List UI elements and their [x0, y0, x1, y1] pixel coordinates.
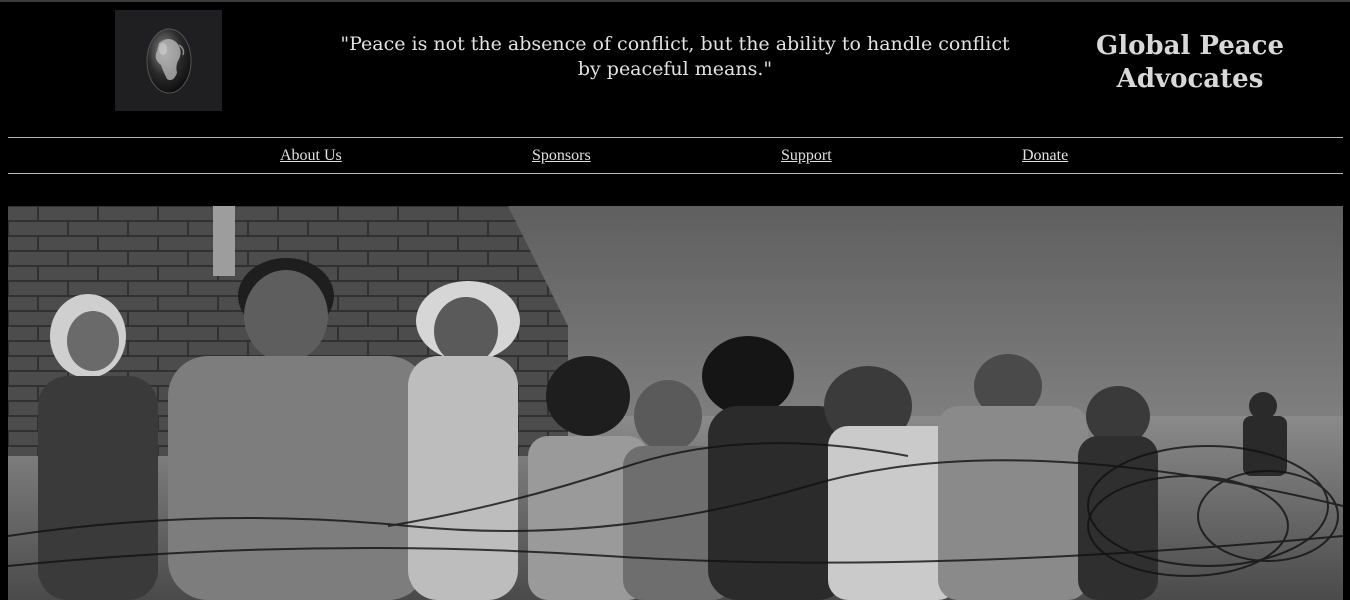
peace-quote: "Peace is not the absence of conflict, b…: [340, 33, 1010, 80]
nav-link-sponsors[interactable]: Sponsors: [532, 147, 591, 165]
site-header: "Peace is not the absence of conflict, b…: [0, 2, 1350, 136]
globe-logo-icon: [146, 28, 191, 93]
org-name-line-2: Advocates: [1116, 64, 1264, 94]
main-nav: About Us Sponsors Support Donate: [8, 137, 1343, 174]
site-logo[interactable]: [115, 10, 222, 111]
hero-photo-illustration: [8, 206, 1343, 600]
org-name-line-1: Global Peace: [1096, 31, 1284, 61]
nav-link-about-us[interactable]: About Us: [280, 147, 342, 165]
nav-link-support[interactable]: Support: [781, 147, 832, 165]
organization-name: Global Peace Advocates: [1080, 30, 1300, 96]
nav-link-donate[interactable]: Donate: [1022, 147, 1068, 165]
hero-image: [8, 206, 1343, 600]
